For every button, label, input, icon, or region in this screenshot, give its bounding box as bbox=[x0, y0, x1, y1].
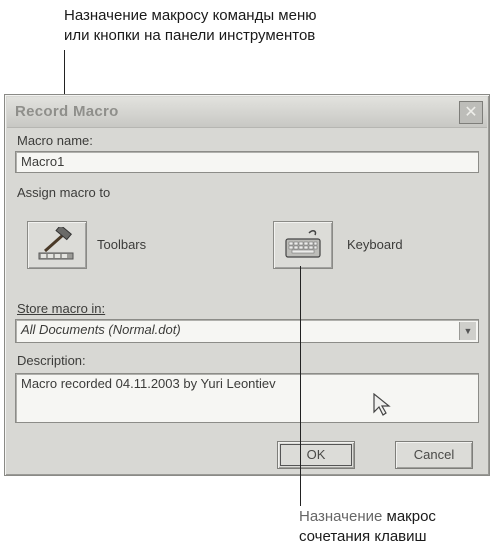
dialog-titlebar[interactable]: Record Macro ✕ bbox=[7, 97, 487, 128]
macro-name-value: Macro1 bbox=[21, 154, 65, 169]
callout-bottom-line2: сочетания клавиш bbox=[299, 528, 427, 545]
hammer-toolbar-icon bbox=[38, 227, 74, 260]
toolbars-button[interactable] bbox=[27, 221, 87, 269]
callout-keyboard-assignment: Назначение макрос сочетания клавиш bbox=[299, 507, 436, 547]
close-button[interactable]: ✕ bbox=[459, 101, 483, 124]
keyboard-icon bbox=[285, 230, 321, 258]
toolbars-label: Toolbars bbox=[97, 237, 147, 252]
callout-bottom-line1: Назначение макрос bbox=[299, 508, 436, 525]
store-macro-value: All Documents (Normal.dot) bbox=[21, 322, 181, 337]
callout-top-line2: или кнопки на панели инструментов bbox=[64, 27, 316, 44]
cancel-button[interactable]: Cancel bbox=[395, 441, 473, 469]
description-textarea[interactable]: Macro recorded 04.11.2003 by Yuri Leonti… bbox=[15, 373, 479, 423]
store-macro-select[interactable]: All Documents (Normal.dot) ▼ bbox=[15, 319, 479, 343]
store-macro-label: Store macro in: bbox=[17, 301, 106, 316]
macro-name-label: Macro name: bbox=[17, 133, 93, 148]
dialog-title: Record Macro bbox=[15, 103, 119, 120]
callout-bottom-leader-line bbox=[300, 266, 301, 506]
description-value: Macro recorded 04.11.2003 by Yuri Leonti… bbox=[21, 376, 276, 391]
record-macro-dialog: Record Macro ✕ Macro name: Macro1 Assign… bbox=[4, 94, 490, 476]
callout-top-line1: Назначение макросу команды меню bbox=[64, 7, 317, 24]
macro-name-input[interactable]: Macro1 bbox=[15, 151, 479, 173]
assign-macro-label: Assign macro to bbox=[17, 185, 111, 200]
mouse-pointer-icon bbox=[373, 393, 391, 416]
ok-button[interactable]: OK bbox=[277, 441, 355, 469]
description-label: Description: bbox=[17, 353, 86, 368]
close-icon: ✕ bbox=[464, 102, 478, 121]
keyboard-label: Keyboard bbox=[347, 237, 403, 252]
keyboard-button[interactable] bbox=[273, 221, 333, 269]
dropdown-arrow-icon[interactable]: ▼ bbox=[459, 322, 476, 340]
callout-toolbar-assignment: Назначение макросу команды меню или кноп… bbox=[64, 6, 316, 46]
